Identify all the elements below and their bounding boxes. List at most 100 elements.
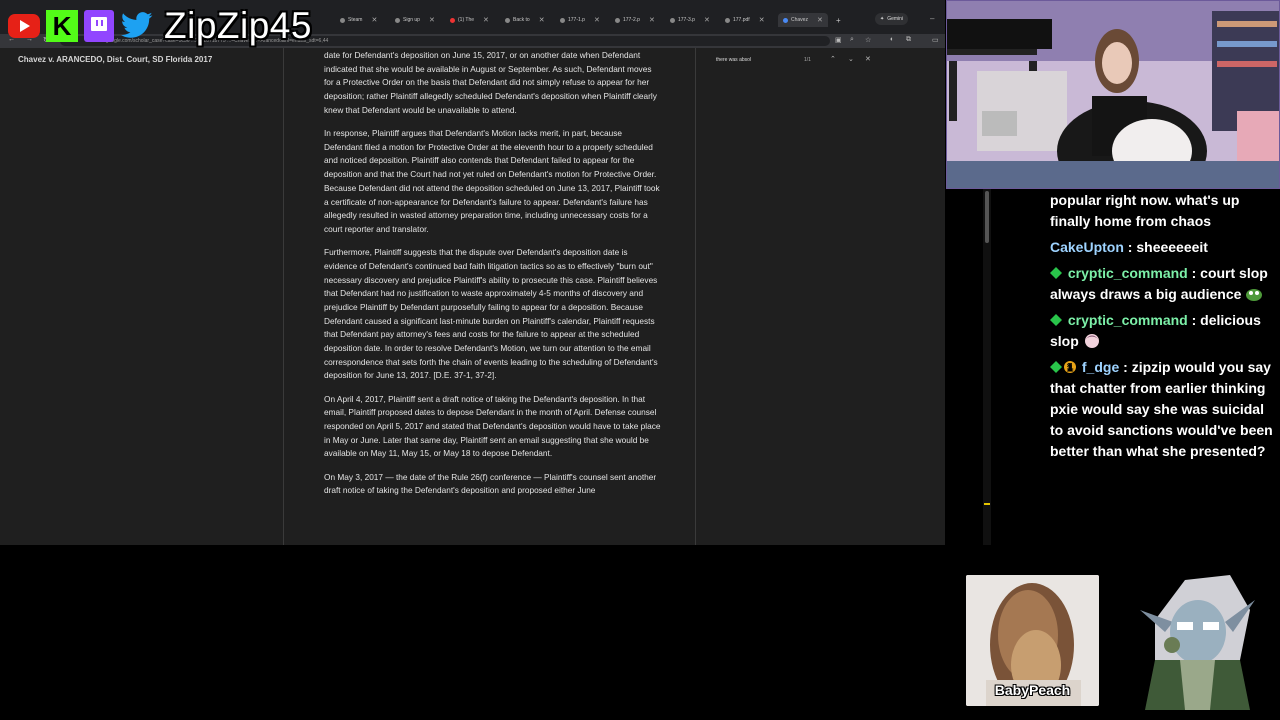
social-logos: K ZipZip45: [8, 5, 312, 46]
chat-separator: :: [1123, 239, 1137, 255]
green-diamond-badge: [1050, 267, 1062, 279]
avatar-name: BabyPeach: [994, 682, 1071, 698]
find-input[interactable]: there was absol: [716, 57, 751, 63]
paragraph: Furthermore, Plaintiff suggests that the…: [324, 247, 658, 381]
tab-label: Steam: [348, 17, 363, 23]
new-tab-button[interactable]: +: [836, 13, 841, 27]
svg-text:1: 1: [1067, 363, 1072, 373]
bookmark-star-icon[interactable]: ☆: [865, 36, 871, 44]
chat-text: popular right now. what's up finally hom…: [1050, 192, 1240, 229]
chat-username: f_dge: [1081, 359, 1120, 375]
link-icon: [615, 17, 620, 23]
tab-back-to[interactable]: Back to ✕: [505, 13, 545, 27]
extension-icon[interactable]: ◐: [890, 36, 894, 43]
close-icon[interactable]: ✕: [483, 16, 489, 24]
tab-label: 177-3.p: [678, 17, 695, 23]
chat-message: cryptic_command : delicious slop: [1044, 310, 1278, 352]
paragraph: On April 4, 2017, Plaintiff sent a draft…: [324, 393, 661, 459]
youtube-logo: [8, 14, 40, 38]
find-prev-icon[interactable]: ⌃: [830, 55, 836, 63]
chat-message: 1 f_dge : zipzip would you say that chat…: [1044, 357, 1278, 462]
chat-username: CakeUpton: [1050, 239, 1124, 255]
page-scrollbar[interactable]: [983, 185, 991, 545]
find-close-icon[interactable]: ✕: [865, 55, 871, 63]
translate-icon[interactable]: ▣: [835, 36, 842, 44]
find-match-count: 1/1: [804, 57, 811, 63]
tab-label: (1) The: [458, 17, 475, 23]
chat-message: popular right now. what's up finally hom…: [1044, 190, 1278, 232]
chat-username: cryptic_command: [1067, 312, 1188, 328]
browser-window: Steam ✕ Sign up ✕ (1) The ✕ Back to ✕ 177-1.…: [0, 0, 945, 545]
link-icon: [670, 17, 675, 23]
chat-separator: :: [1187, 265, 1201, 281]
case-title-tab[interactable]: Chavez v. ARANCEDO, Dist. Court, SD Flor…: [18, 55, 212, 64]
gemini-icon: ✦: [880, 16, 885, 22]
gemini-button[interactable]: ✦ Gemini: [875, 13, 909, 25]
scroll-thumb[interactable]: [985, 191, 989, 243]
babypeach-avatar: BabyPeach: [966, 575, 1099, 706]
chat-text: sheeeeeeit: [1136, 239, 1208, 255]
find-match-marker: [984, 503, 990, 505]
anime-girl-emote: [1084, 334, 1099, 348]
tab-177-pdf[interactable]: 177.pdf ✕: [725, 13, 765, 27]
kagi-icon: [505, 17, 510, 23]
tab-177-2[interactable]: 177-2.p ✕: [615, 13, 655, 27]
gemini-label: Gemini: [887, 16, 904, 22]
puzzle-icon[interactable]: ⧉: [906, 36, 911, 44]
tab-177-1[interactable]: 177-1.p ✕: [560, 13, 600, 27]
paragraph: On May 3, 2017 — the date of the Rule 26…: [324, 471, 657, 496]
sidepanel-icon[interactable]: ▭: [932, 36, 939, 44]
tab-chavez[interactable]: Chavez ✕: [778, 13, 828, 27]
tab-177-3[interactable]: 177-3.p ✕: [670, 13, 710, 27]
link-icon: [725, 17, 730, 23]
find-next-icon[interactable]: ⌄: [848, 55, 854, 63]
streamer-handle: ZipZip45: [164, 5, 312, 46]
close-icon[interactable]: ✕: [429, 16, 435, 24]
steam-icon: [340, 17, 345, 23]
close-icon[interactable]: ✕: [817, 16, 823, 24]
plus-icon: +: [836, 15, 841, 25]
chat-separator: :: [1187, 312, 1201, 328]
twitch-logo: [84, 10, 114, 42]
opinion-text: date for Defendant's deposition on June …: [324, 49, 662, 508]
close-icon[interactable]: ✕: [594, 16, 600, 24]
paragraph: date for Defendant's deposition on June …: [324, 50, 657, 115]
close-icon[interactable]: ✕: [759, 16, 765, 24]
paragraph: In response, Plaintiff argues that Defen…: [324, 128, 660, 234]
pepe-emote: [1246, 289, 1263, 301]
green-diamond-badge: [1050, 361, 1062, 373]
chat-username: cryptic_command: [1067, 265, 1188, 281]
close-icon[interactable]: ✕: [371, 16, 377, 24]
number-one-badge: 1: [1064, 361, 1076, 373]
tab-youtube[interactable]: (1) The ✕: [450, 13, 489, 27]
tiktok-icon: [395, 17, 400, 23]
tab-steam[interactable]: Steam ✕: [340, 13, 377, 27]
tab-label: Chavez: [791, 17, 808, 23]
close-icon[interactable]: ✕: [704, 16, 710, 24]
tab-signup[interactable]: Sign up ✕: [395, 13, 435, 27]
tab-label: 177-2.p: [623, 17, 640, 23]
stream-canvas: Steam ✕ Sign up ✕ (1) The ✕ Back to ✕ 177-1.…: [0, 0, 1280, 720]
twitter-logo: [120, 10, 154, 42]
kick-logo: K: [46, 10, 78, 42]
link-icon: [560, 17, 565, 23]
scholar-icon: [783, 17, 788, 23]
opinion-document: date for Defendant's deposition on June …: [283, 48, 696, 545]
webcam-feed: [946, 0, 1280, 189]
tab-label: Back to: [513, 17, 530, 23]
elf-avatar: [1135, 560, 1260, 710]
page-content: Chavez v. ARANCEDO, Dist. Court, SD Flor…: [0, 48, 945, 545]
close-icon[interactable]: ✕: [649, 16, 655, 24]
close-icon[interactable]: ✕: [539, 16, 545, 24]
zoom-icon[interactable]: ⌕: [850, 36, 854, 44]
minimize-icon[interactable]: –: [930, 14, 934, 23]
chat-overlay: popular right now. what's up finally hom…: [1044, 190, 1278, 470]
tab-label: 177-1.p: [568, 17, 585, 23]
chat-separator: :: [1119, 359, 1132, 375]
youtube-icon: [450, 17, 455, 23]
chat-message: CakeUpton : sheeeeeeit: [1044, 237, 1278, 258]
tab-label: Sign up: [403, 17, 420, 23]
find-bar: there was absol 1/1 ⌃ ⌄ ✕: [710, 54, 880, 68]
green-diamond-badge: [1050, 314, 1062, 326]
tab-label: 177.pdf: [733, 17, 750, 23]
